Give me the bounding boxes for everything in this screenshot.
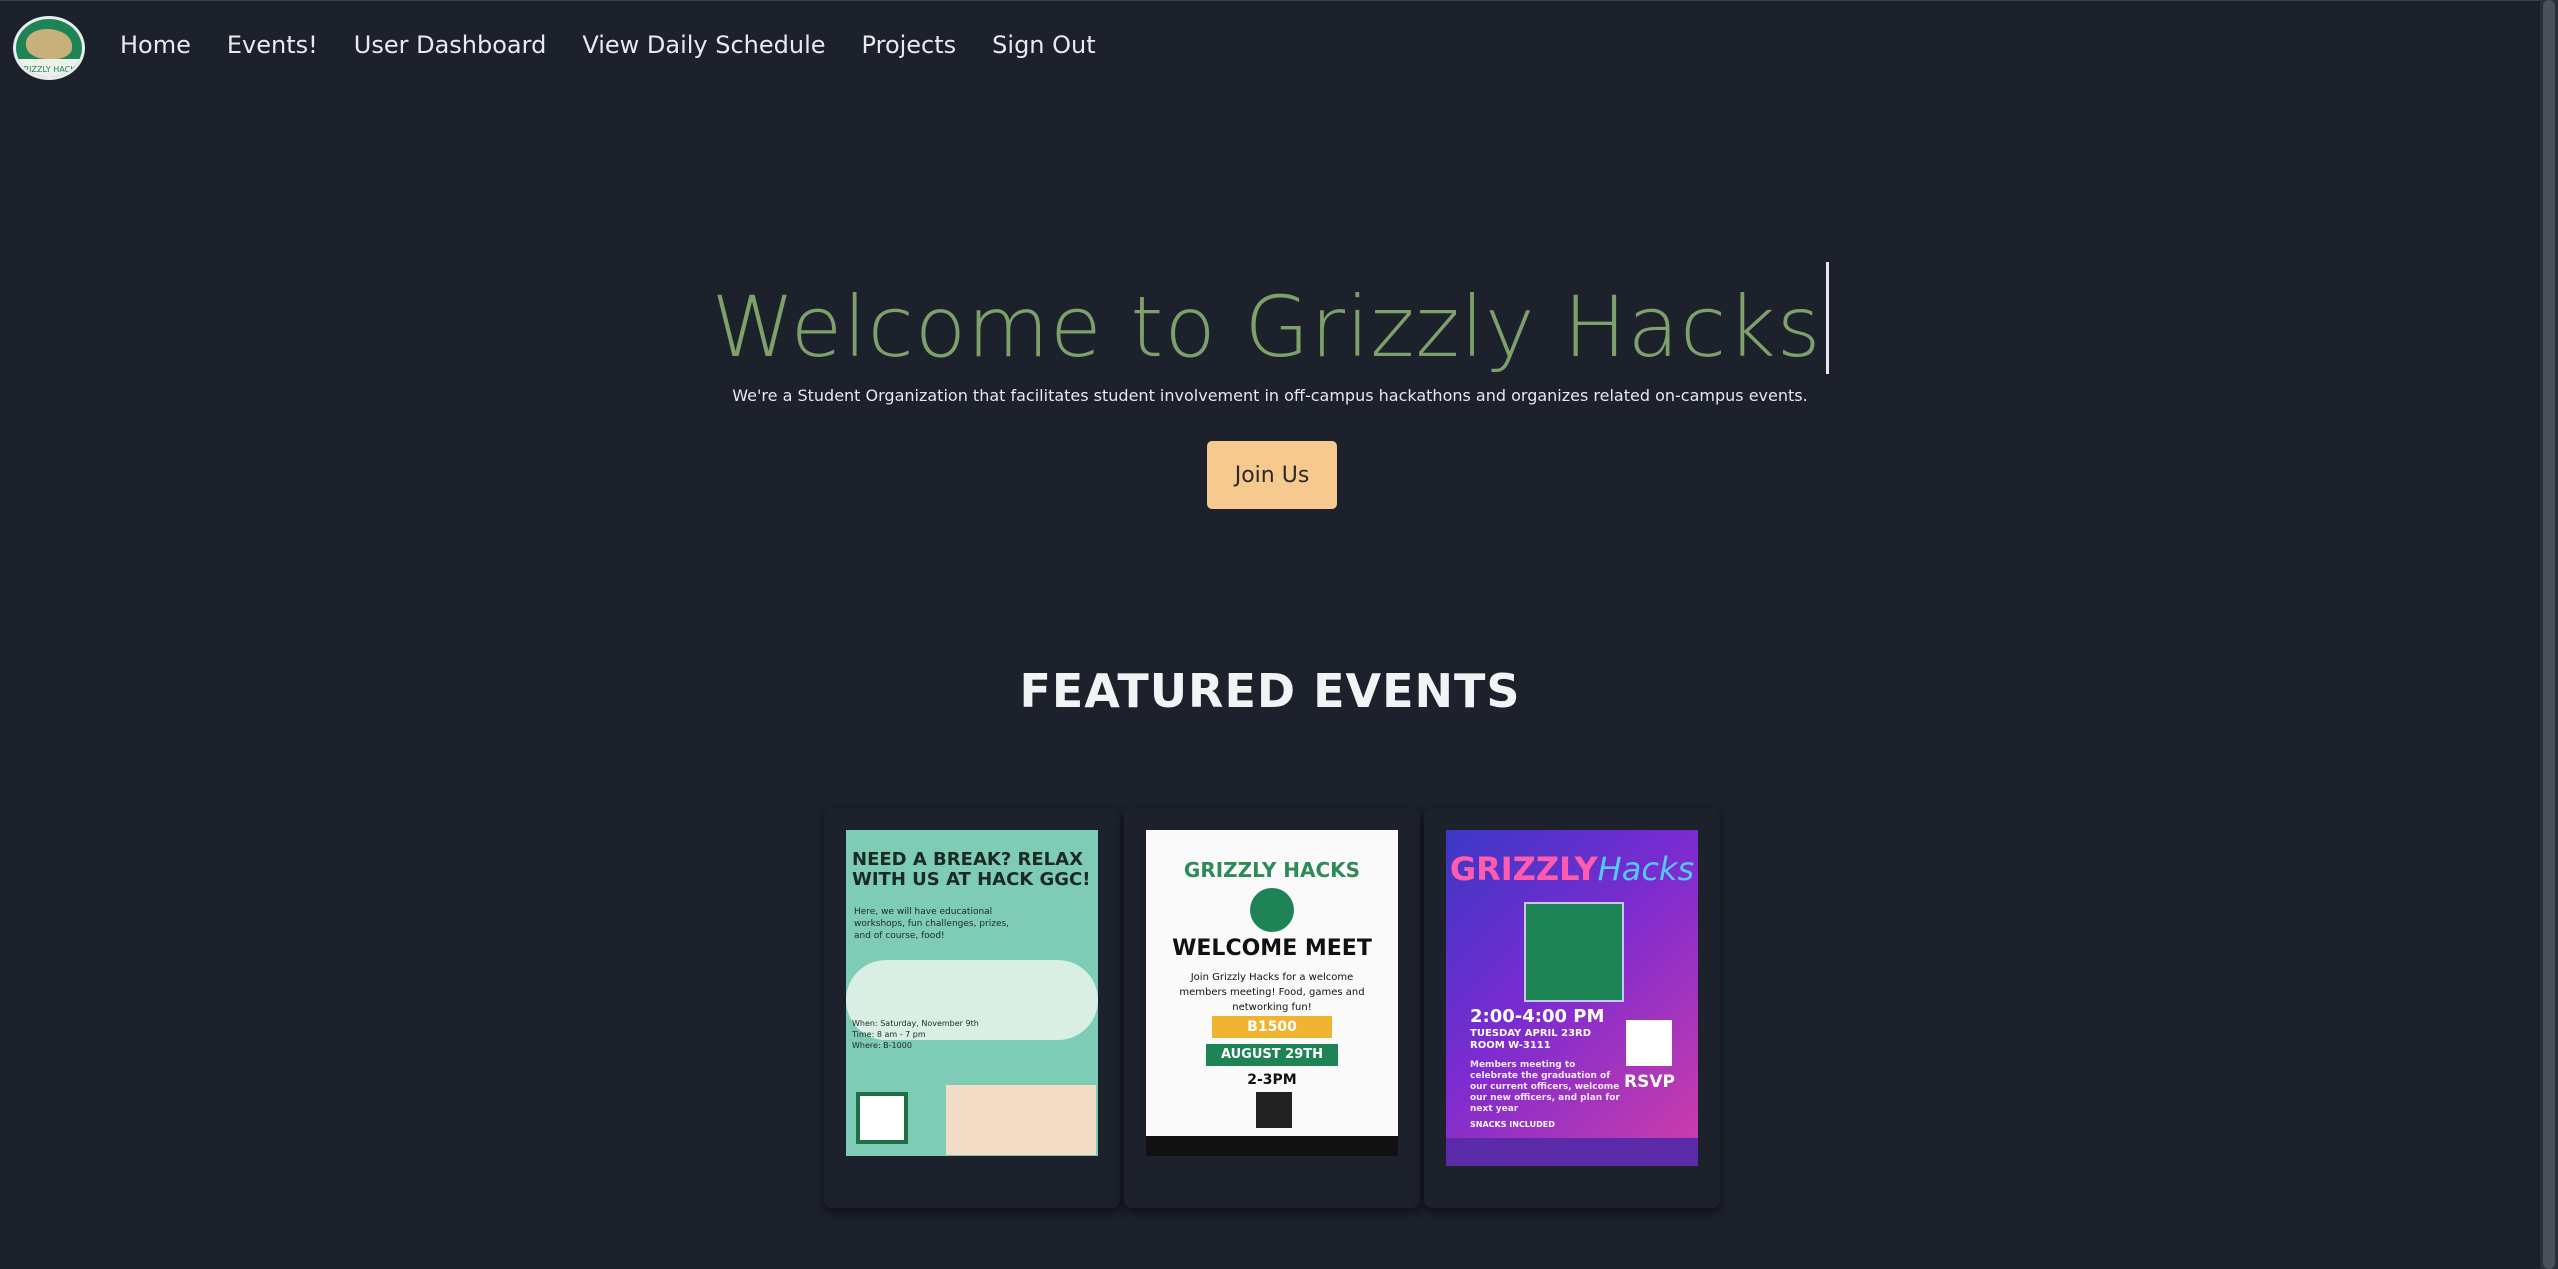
poster-illustration [946, 1085, 1096, 1155]
poster-headline: WELCOME MEET [1172, 936, 1372, 961]
poster-date: AUGUST 29TH [1206, 1044, 1338, 1066]
event-card-officers-meeting[interactable]: GRIZZLYHacks 2:00-4:00 PM TUESDAY APRIL … [1424, 808, 1720, 1208]
nav-events[interactable]: Events! [227, 31, 318, 59]
nav-view-daily-schedule[interactable]: View Daily Schedule [582, 31, 825, 59]
poster-title: GRIZZLY HACKS [1183, 858, 1361, 882]
nav-sign-out[interactable]: Sign Out [992, 31, 1096, 59]
event-poster[interactable]: GRIZZLY HACKS WELCOME MEET Join Grizzly … [1146, 830, 1398, 1156]
qr-code-icon [856, 1092, 908, 1144]
nav-home[interactable]: Home [120, 31, 191, 59]
hero-title-text: Welcome to Grizzly Hacks [711, 278, 1822, 376]
poster-date-room: TUESDAY APRIL 23RD ROOM W-3111 [1470, 1028, 1592, 1051]
event-card-welcome-meet[interactable]: GRIZZLY HACKS WELCOME MEET Join Grizzly … [1124, 808, 1420, 1208]
qr-code-icon [1626, 1020, 1672, 1066]
event-poster[interactable]: GRIZZLYHacks 2:00-4:00 PM TUESDAY APRIL … [1446, 830, 1698, 1166]
hero-subtitle: We're a Student Organization that facili… [732, 386, 1808, 405]
join-us-button[interactable]: Join Us [1207, 441, 1337, 509]
vertical-scrollbar[interactable] [2540, 0, 2558, 1269]
poster-headline: NEED A BREAK? RELAX WITH US AT HACK GGC! [852, 849, 1091, 890]
grizzly-logo-icon [1524, 902, 1624, 1002]
nav-user-dashboard[interactable]: User Dashboard [354, 31, 547, 59]
poster-rsvp: RSVP [1624, 1072, 1675, 1092]
typing-caret [1825, 262, 1829, 374]
poster-body: Join Grizzly Hacks for a welcome members… [1179, 972, 1365, 1013]
poster-snacks: SNACKS INCLUDED [1470, 1120, 1555, 1129]
top-navigation-bar: GRIZZLY HACKS Home Events! User Dashboar… [0, 0, 2540, 97]
featured-events-heading: FEATURED EVENTS [1019, 664, 1521, 718]
hero-title: Welcome to Grizzly Hacks [0, 262, 2540, 376]
event-poster[interactable]: NEED A BREAK? RELAX WITH US AT HACK GGC!… [846, 830, 1098, 1156]
poster-room: B1500 [1212, 1016, 1332, 1038]
logo-text: GRIZZLY HACKS [17, 65, 81, 74]
poster-details: When: Saturday, November 9th Time: 8 am … [852, 1019, 979, 1050]
bear-icon [26, 29, 72, 59]
poster-body: Here, we will have educational workshops… [854, 907, 1010, 941]
poster-time: 2-3PM [1247, 1072, 1297, 1088]
poster-body: Members meeting to celebrate the graduat… [1470, 1060, 1620, 1114]
qr-code-icon [1256, 1092, 1292, 1128]
poster-time: 2:00-4:00 PM [1470, 1006, 1605, 1027]
poster-title: GRIZZLYHacks [1449, 850, 1695, 888]
grizzly-hacks-logo[interactable]: GRIZZLY HACKS [13, 16, 85, 80]
scrollbar-thumb[interactable] [2543, 0, 2555, 1269]
event-card-hack-ggc[interactable]: NEED A BREAK? RELAX WITH US AT HACK GGC!… [824, 808, 1120, 1208]
nav-projects[interactable]: Projects [862, 31, 957, 59]
main-nav: Home Events! User Dashboard View Daily S… [120, 31, 1096, 59]
grizzly-logo-icon [1250, 888, 1294, 932]
